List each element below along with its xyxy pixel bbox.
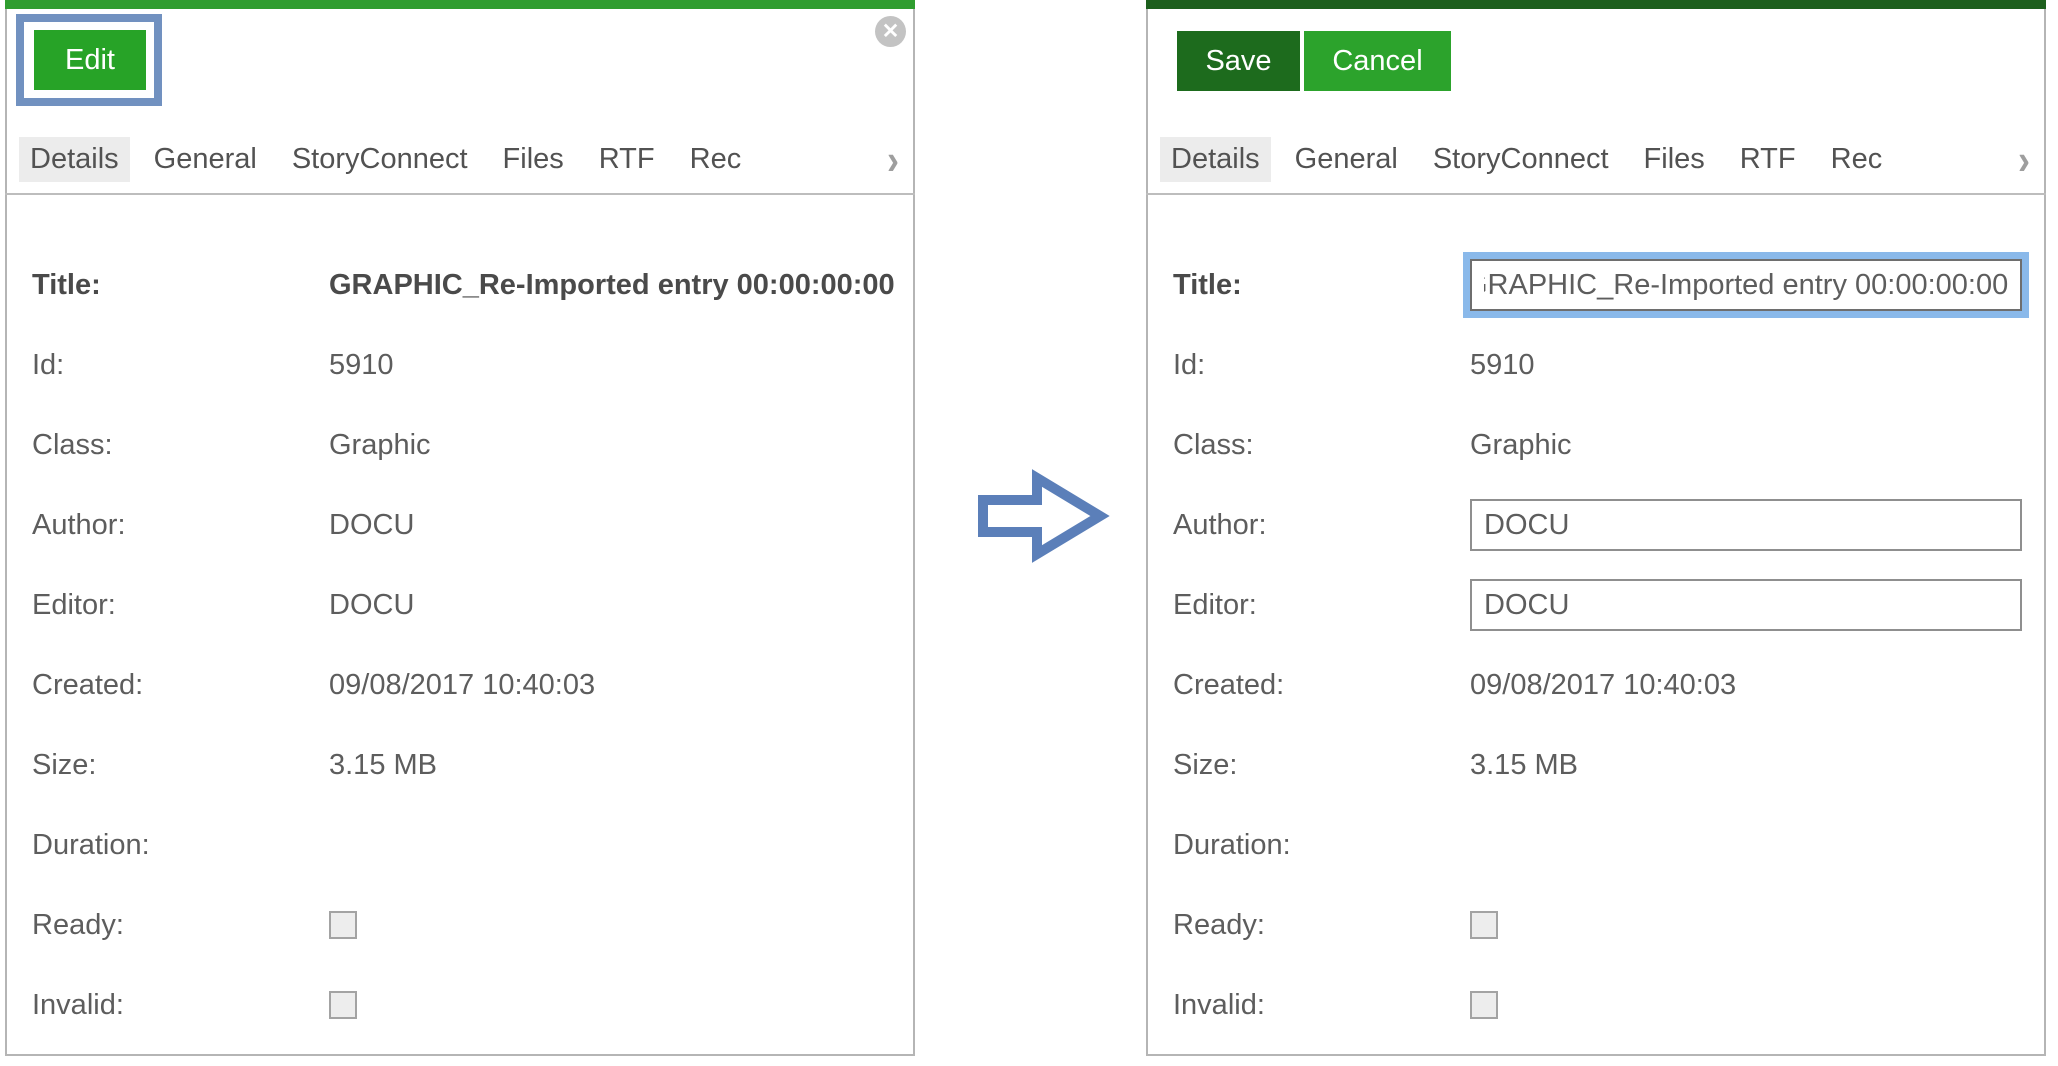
- field-row-editor: Editor:DOCU: [7, 565, 913, 645]
- author-label: Author:: [32, 509, 329, 542]
- created-value: 09/08/2017 10:40:03: [329, 669, 595, 702]
- class-value: Graphic: [329, 429, 431, 462]
- field-row-class: Class:Graphic: [1148, 405, 2044, 485]
- field-row-id: Id:5910: [7, 325, 913, 405]
- title-label: Title:: [32, 269, 329, 302]
- details-fields: Title:Id:5910Class:GraphicAuthor:Editor:…: [1148, 195, 2044, 1045]
- field-row-duration: Duration:: [7, 805, 913, 885]
- size-label: Size:: [32, 749, 329, 782]
- panel-top-bar: [5, 0, 915, 9]
- field-row-size: Size:3.15 MB: [7, 725, 913, 805]
- panel-top-bar: [1146, 0, 2046, 9]
- ready-label: Ready:: [1173, 909, 1470, 942]
- class-label: Class:: [1173, 429, 1470, 462]
- author-value: DOCU: [329, 509, 414, 542]
- created-value: 09/08/2017 10:40:03: [1470, 669, 1736, 702]
- tab-rec[interactable]: Rec: [679, 137, 753, 182]
- tab-bar: Details General StoryConnect Files RTF Rec: [19, 135, 853, 183]
- size-value: 3.15 MB: [1470, 749, 1578, 782]
- tab-general[interactable]: General: [1284, 137, 1409, 182]
- tab-rtf[interactable]: RTF: [588, 137, 666, 182]
- tab-overflow-chevron-icon[interactable]: ›: [887, 139, 899, 180]
- field-row-invalid: Invalid:: [7, 965, 913, 1045]
- cancel-button[interactable]: Cancel: [1304, 31, 1451, 91]
- field-row-created: Created:09/08/2017 10:40:03: [7, 645, 913, 725]
- tab-files[interactable]: Files: [492, 137, 575, 182]
- field-row-author: Author:DOCU: [7, 485, 913, 565]
- duration-label: Duration:: [1173, 829, 1470, 862]
- title-label: Title:: [1173, 269, 1470, 302]
- author-label: Author:: [1173, 509, 1470, 542]
- details-panel-view-mode: Edit ✕ Details General StoryConnect Files RT…: [5, 0, 915, 1056]
- field-row-editor: Editor:: [1148, 565, 2044, 645]
- title-input[interactable]: [1470, 259, 2022, 311]
- created-label: Created:: [1173, 669, 1470, 702]
- field-row-title: Title:GRAPHIC_Re-Imported entry 00:00:00…: [7, 245, 913, 325]
- field-row-author: Author:: [1148, 485, 2044, 565]
- title-value: GRAPHIC_Re-Imported entry 00:00:00:00: [329, 269, 895, 302]
- ready-label: Ready:: [32, 909, 329, 942]
- class-label: Class:: [32, 429, 329, 462]
- field-row-class: Class:Graphic: [7, 405, 913, 485]
- tab-details[interactable]: Details: [19, 137, 130, 182]
- id-value: 5910: [329, 349, 394, 382]
- invalid-checkbox[interactable]: [1470, 991, 1498, 1019]
- field-row-id: Id:5910: [1148, 325, 2044, 405]
- tab-overflow-chevron-icon[interactable]: ›: [2018, 139, 2030, 180]
- id-label: Id:: [1173, 349, 1470, 382]
- save-button[interactable]: Save: [1177, 31, 1300, 91]
- class-value: Graphic: [1470, 429, 1572, 462]
- field-row-created: Created:09/08/2017 10:40:03: [1148, 645, 2044, 725]
- ready-checkbox[interactable]: [1470, 911, 1498, 939]
- details-fields: Title:GRAPHIC_Re-Imported entry 00:00:00…: [7, 195, 913, 1045]
- field-row-size: Size:3.15 MB: [1148, 725, 2044, 805]
- details-panel-edit-mode: Save Cancel Details General StoryConnect Fi…: [1146, 0, 2046, 1056]
- id-value: 5910: [1470, 349, 1535, 382]
- tab-storyconnect[interactable]: StoryConnect: [281, 137, 479, 182]
- editor-value: DOCU: [329, 589, 414, 622]
- edit-button[interactable]: Edit: [34, 30, 146, 90]
- tab-rec[interactable]: Rec: [1820, 137, 1894, 182]
- tab-storyconnect[interactable]: StoryConnect: [1422, 137, 1620, 182]
- invalid-label: Invalid:: [32, 989, 329, 1022]
- tab-bar: Details General StoryConnect Files RTF Rec: [1160, 135, 1984, 183]
- duration-label: Duration:: [32, 829, 329, 862]
- close-icon[interactable]: ✕: [875, 16, 906, 47]
- invalid-checkbox[interactable]: [329, 991, 357, 1019]
- field-row-duration: Duration:: [1148, 805, 2044, 885]
- tab-files[interactable]: Files: [1633, 137, 1716, 182]
- field-row-ready: Ready:: [7, 885, 913, 965]
- tab-general[interactable]: General: [143, 137, 268, 182]
- author-input[interactable]: [1470, 499, 2022, 551]
- size-value: 3.15 MB: [329, 749, 437, 782]
- field-row-title: Title:: [1148, 245, 2044, 325]
- editor-label: Editor:: [1173, 589, 1470, 622]
- tab-details[interactable]: Details: [1160, 137, 1271, 182]
- transition-arrow-icon: [975, 468, 1110, 568]
- field-row-ready: Ready:: [1148, 885, 2044, 965]
- ready-checkbox[interactable]: [329, 911, 357, 939]
- editor-label: Editor:: [32, 589, 329, 622]
- editor-input[interactable]: [1470, 579, 2022, 631]
- tab-rtf[interactable]: RTF: [1729, 137, 1807, 182]
- field-row-invalid: Invalid:: [1148, 965, 2044, 1045]
- created-label: Created:: [32, 669, 329, 702]
- size-label: Size:: [1173, 749, 1470, 782]
- invalid-label: Invalid:: [1173, 989, 1470, 1022]
- id-label: Id:: [32, 349, 329, 382]
